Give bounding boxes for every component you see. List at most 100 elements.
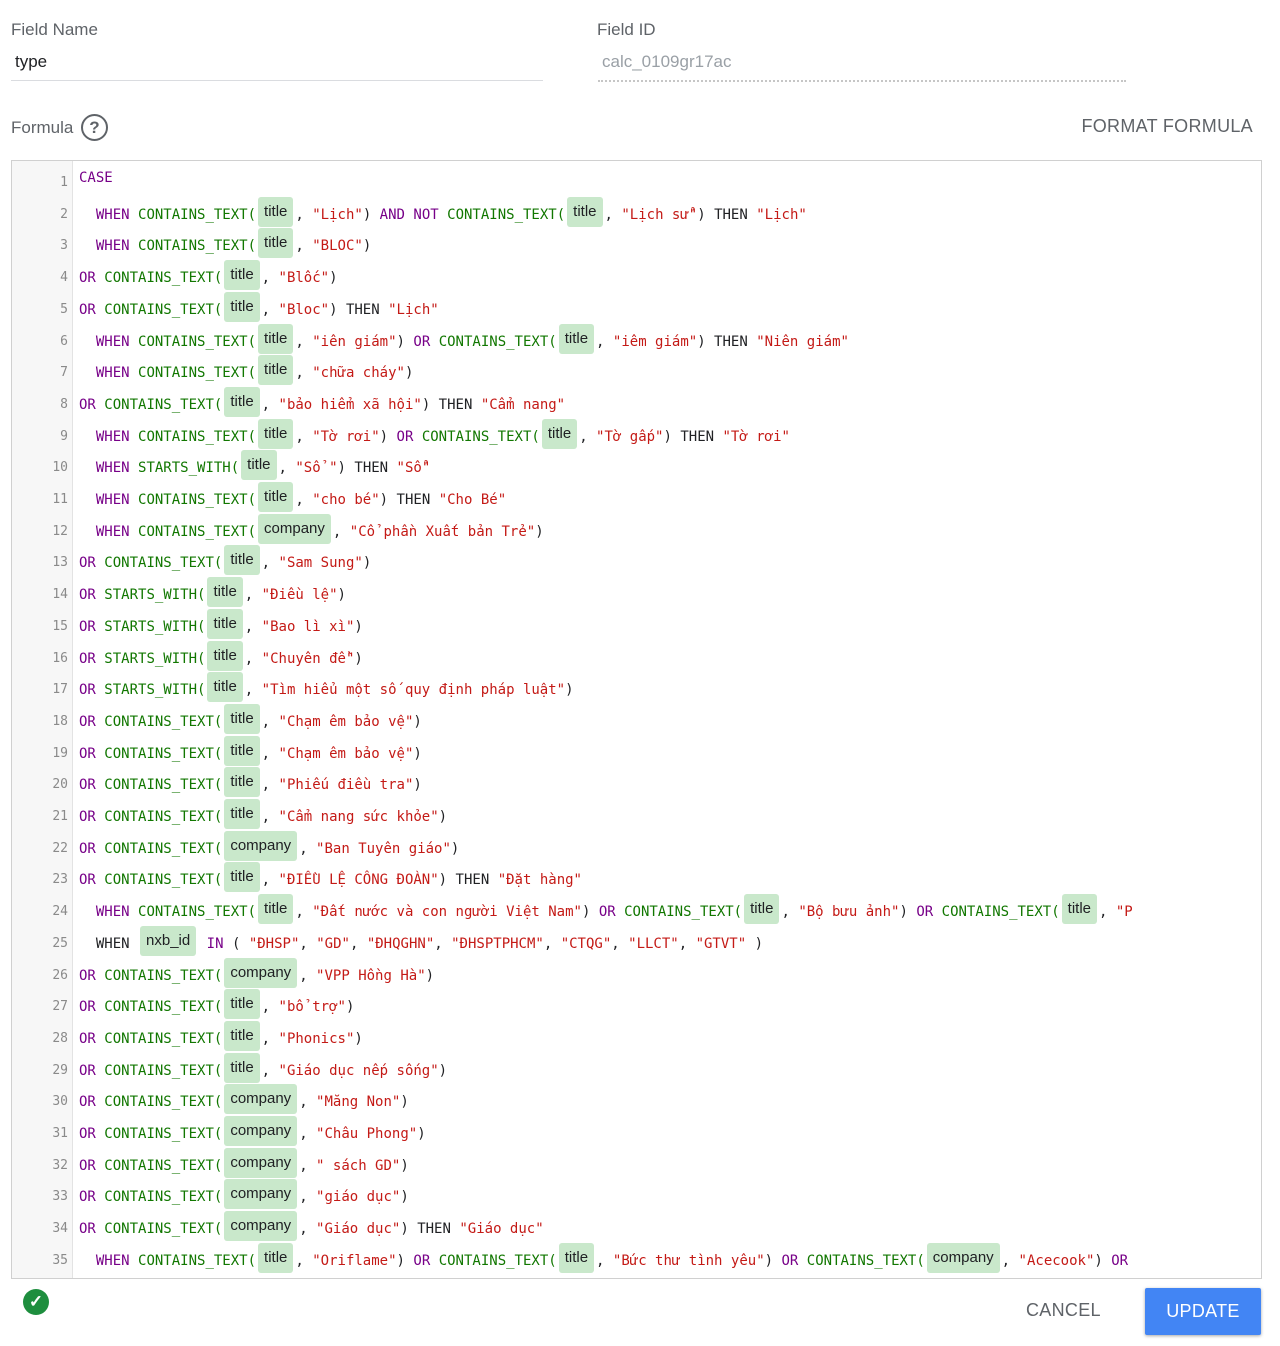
keyword: WHEN (95, 904, 130, 921)
field-chip[interactable]: title (224, 386, 260, 417)
field-chip[interactable]: company (224, 1147, 298, 1178)
field-chip[interactable]: title (207, 577, 243, 608)
field-chip[interactable]: title (207, 672, 243, 703)
field-chip[interactable]: title (224, 291, 260, 322)
code-token: , (596, 333, 613, 350)
keyword: OR (79, 713, 96, 730)
field-chip[interactable]: title (207, 640, 243, 671)
code-token: , (299, 1157, 317, 1174)
keyword: OR (79, 587, 96, 604)
code-token: ) (413, 713, 422, 730)
code-line: 17 OR STARTS_WITH(title, "Tìm hiểu một số… (12, 669, 1261, 703)
keyword: OR (79, 682, 96, 699)
field-chip[interactable]: company (258, 513, 331, 544)
field-chip[interactable]: title (258, 196, 294, 227)
field-chip[interactable]: title (258, 355, 294, 386)
string-literal: "Ban Tuyên giáo" (316, 840, 451, 857)
field-chip[interactable]: title (258, 894, 294, 925)
keyword: AND (379, 206, 405, 223)
field-chip[interactable]: title (258, 1242, 294, 1273)
string-literal: "Niên giám" (756, 333, 849, 350)
formula-editor[interactable]: 1 CASE 2 WHEN CONTAINS_TEXT(title, "Lịch")… (11, 160, 1262, 1279)
string-literal: "chữa cháy" (312, 365, 405, 382)
update-button[interactable]: UPDATE (1145, 1288, 1261, 1335)
code-token: ) (697, 206, 715, 223)
string-literal: "Sổ" (396, 460, 431, 477)
field-chip[interactable]: company (224, 1084, 298, 1115)
field-id-value: calc_0109gr17ac (602, 52, 732, 71)
function-name: CONTAINS_TEXT( (104, 1030, 223, 1047)
field-chip[interactable]: title (541, 418, 578, 449)
string-literal: "Acecook" (1018, 1252, 1095, 1269)
field-chip[interactable]: title (258, 482, 294, 512)
field-chip[interactable]: title (567, 196, 603, 227)
format-formula-button[interactable]: FORMAT FORMULA (1081, 116, 1253, 137)
code-token: ) (396, 1252, 414, 1269)
field-id-underline (598, 80, 1126, 82)
field-chip[interactable]: title (558, 1242, 595, 1273)
field-chip[interactable]: title (224, 799, 260, 829)
field-chip[interactable]: title (224, 545, 260, 576)
field-chip[interactable]: title (224, 989, 260, 1020)
field-chip[interactable]: title (258, 228, 294, 259)
field-chip[interactable]: title (241, 450, 277, 481)
line-number: 7 (60, 365, 68, 381)
string-literal: "Oriflame" (312, 1252, 397, 1269)
code-token: , (244, 682, 262, 699)
function-name: CONTAINS_TEXT( (104, 1157, 223, 1174)
code-token: , (543, 935, 561, 952)
cancel-button[interactable]: CANCEL (1026, 1300, 1101, 1321)
line-number: 26 (52, 967, 68, 983)
field-chip[interactable]: title (558, 323, 595, 354)
code-line: 6 WHEN CONTAINS_TEXT(title, "iên giám") … (12, 321, 1261, 354)
field-chip[interactable]: company (224, 1211, 298, 1242)
field-chip[interactable]: title (224, 1052, 260, 1083)
help-circle-icon[interactable]: ? (81, 114, 108, 141)
function-name: CONTAINS_TEXT( (104, 840, 223, 857)
field-chip[interactable]: title (207, 608, 243, 639)
keyword: WHEN (95, 238, 130, 255)
field-chip[interactable]: title (224, 735, 260, 766)
code-token: ) (764, 1252, 782, 1269)
field-chip[interactable]: title (224, 862, 260, 893)
line-number: 1 (60, 175, 68, 190)
line-number: 17 (52, 682, 68, 698)
keyword: OR (79, 1221, 96, 1238)
keyword: WHEN (95, 365, 130, 382)
field-chip[interactable]: title (258, 323, 294, 354)
string-literal: "GTVT" (695, 935, 747, 952)
keyword: OR (79, 1062, 96, 1079)
field-chip[interactable]: company (224, 1116, 298, 1146)
formula-label: Formula (11, 118, 74, 137)
line-number: 24 (52, 904, 68, 920)
field-chip[interactable]: title (224, 260, 260, 291)
keyword: OR (1111, 1252, 1129, 1269)
field-name-input[interactable]: type (15, 52, 47, 72)
field-chip[interactable]: title (1061, 894, 1097, 925)
keyword: WHEN (95, 206, 130, 223)
function-name: CONTAINS_TEXT( (104, 999, 223, 1016)
keyword: OR (79, 1157, 96, 1174)
field-chip[interactable]: nxb_id (140, 925, 197, 956)
field-chip[interactable]: title (744, 894, 780, 925)
field-chip[interactable]: title (224, 1020, 260, 1051)
function-name: CONTAINS_TEXT( (138, 365, 257, 382)
line-number: 20 (52, 777, 68, 793)
code-token: ) (400, 1189, 409, 1206)
string-literal: "Bao lì xì" (261, 618, 355, 635)
line-number: 3 (60, 238, 68, 254)
field-chip[interactable]: company (224, 830, 298, 861)
field-chip[interactable]: title (224, 767, 260, 798)
field-name-label: Field Name (11, 20, 98, 39)
line-number: 5 (60, 301, 68, 317)
field-chip[interactable]: company (224, 1179, 298, 1210)
field-chip[interactable]: company (926, 1242, 1000, 1273)
field-chip[interactable]: title (224, 703, 260, 734)
field-chip[interactable]: title (258, 418, 294, 449)
function-name: CONTAINS_TEXT( (421, 428, 540, 445)
field-chip[interactable]: company (224, 957, 298, 988)
keyword: OR (79, 1189, 96, 1206)
string-literal: "Chuyên đề" (261, 650, 355, 667)
